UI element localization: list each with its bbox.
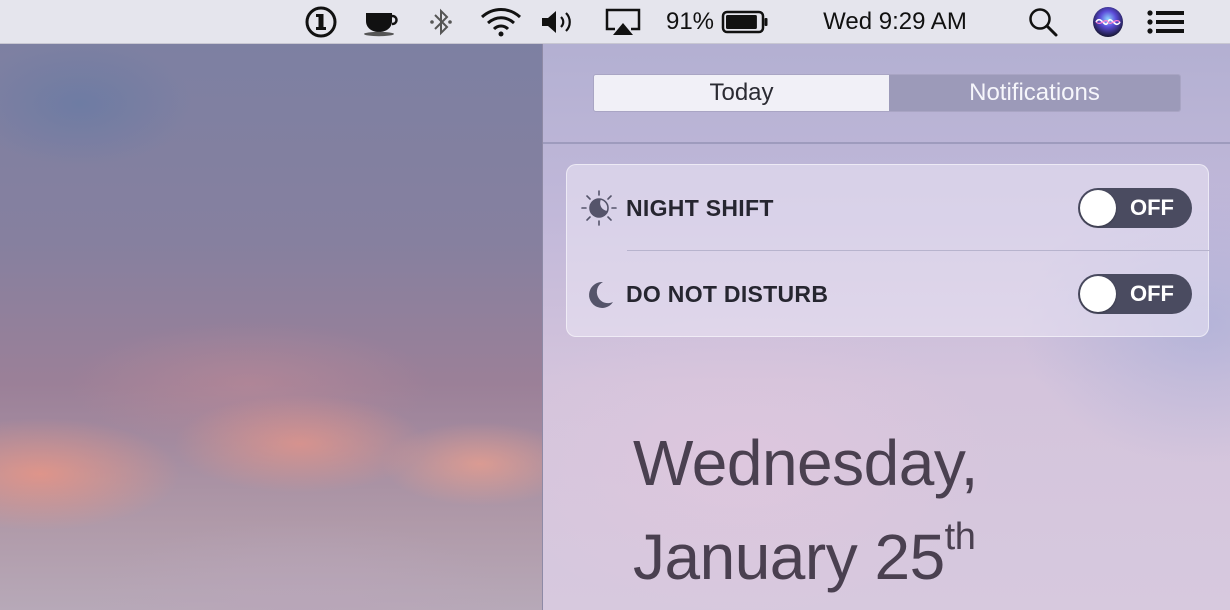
coffee-cup-icon[interactable] [360, 0, 404, 44]
night-shift-label: NIGHT SHIFT [626, 194, 774, 221]
1password-icon[interactable] [303, 0, 339, 44]
siri-icon[interactable] [1090, 0, 1126, 44]
battery-icon[interactable] [720, 0, 770, 44]
night-shift-toggle[interactable]: OFF [1078, 188, 1192, 228]
volume-icon[interactable] [538, 0, 578, 44]
moon-icon [589, 281, 613, 308]
do-not-disturb-toggle[interactable]: OFF [1078, 274, 1192, 314]
today-date: Wednesday, January 25th [633, 426, 978, 594]
notification-center-icon[interactable] [1146, 0, 1186, 44]
menu-bar: 91% Wed 9:29 AM [0, 0, 1230, 44]
toggle-state-text: OFF [1130, 195, 1174, 220]
airplay-icon[interactable] [603, 0, 643, 44]
tab-today[interactable]: Today [594, 75, 889, 111]
wifi-icon[interactable] [478, 0, 524, 44]
battery-percentage: 91% [665, 8, 715, 35]
desktop-wallpaper [0, 44, 542, 610]
spotlight-search-icon[interactable] [1026, 0, 1060, 44]
date-ordinal-suffix: th [944, 516, 976, 558]
toggle-state-text: OFF [1130, 281, 1174, 306]
date-month-day-text: January 25 [633, 521, 945, 593]
notification-center-panel: Today Notifications NIGHT SHIFT OFF DO N… [542, 44, 1230, 610]
night-shift-icon [581, 190, 617, 226]
toggle-knob [1080, 190, 1116, 226]
panel-divider [543, 142, 1230, 144]
date-weekday: Wednesday, [633, 427, 978, 499]
screen: 91% Wed 9:29 AM Today Notifications NIGH… [0, 0, 1230, 610]
do-not-disturb-label: DO NOT DISTURB [626, 280, 829, 307]
toggle-knob [1080, 276, 1116, 312]
tab-notifications[interactable]: Notifications [889, 75, 1180, 111]
toggles-card: NIGHT SHIFT OFF DO NOT DISTURB OFF [566, 164, 1210, 337]
date-month-day: January 25th [633, 500, 978, 594]
night-shift-row: NIGHT SHIFT OFF [567, 165, 1210, 251]
view-segmented-control: Today Notifications [593, 74, 1181, 112]
menubar-clock[interactable]: Wed 9:29 AM [803, 0, 987, 44]
bluetooth-icon[interactable] [426, 0, 456, 44]
do-not-disturb-row: DO NOT DISTURB OFF [567, 251, 1210, 337]
